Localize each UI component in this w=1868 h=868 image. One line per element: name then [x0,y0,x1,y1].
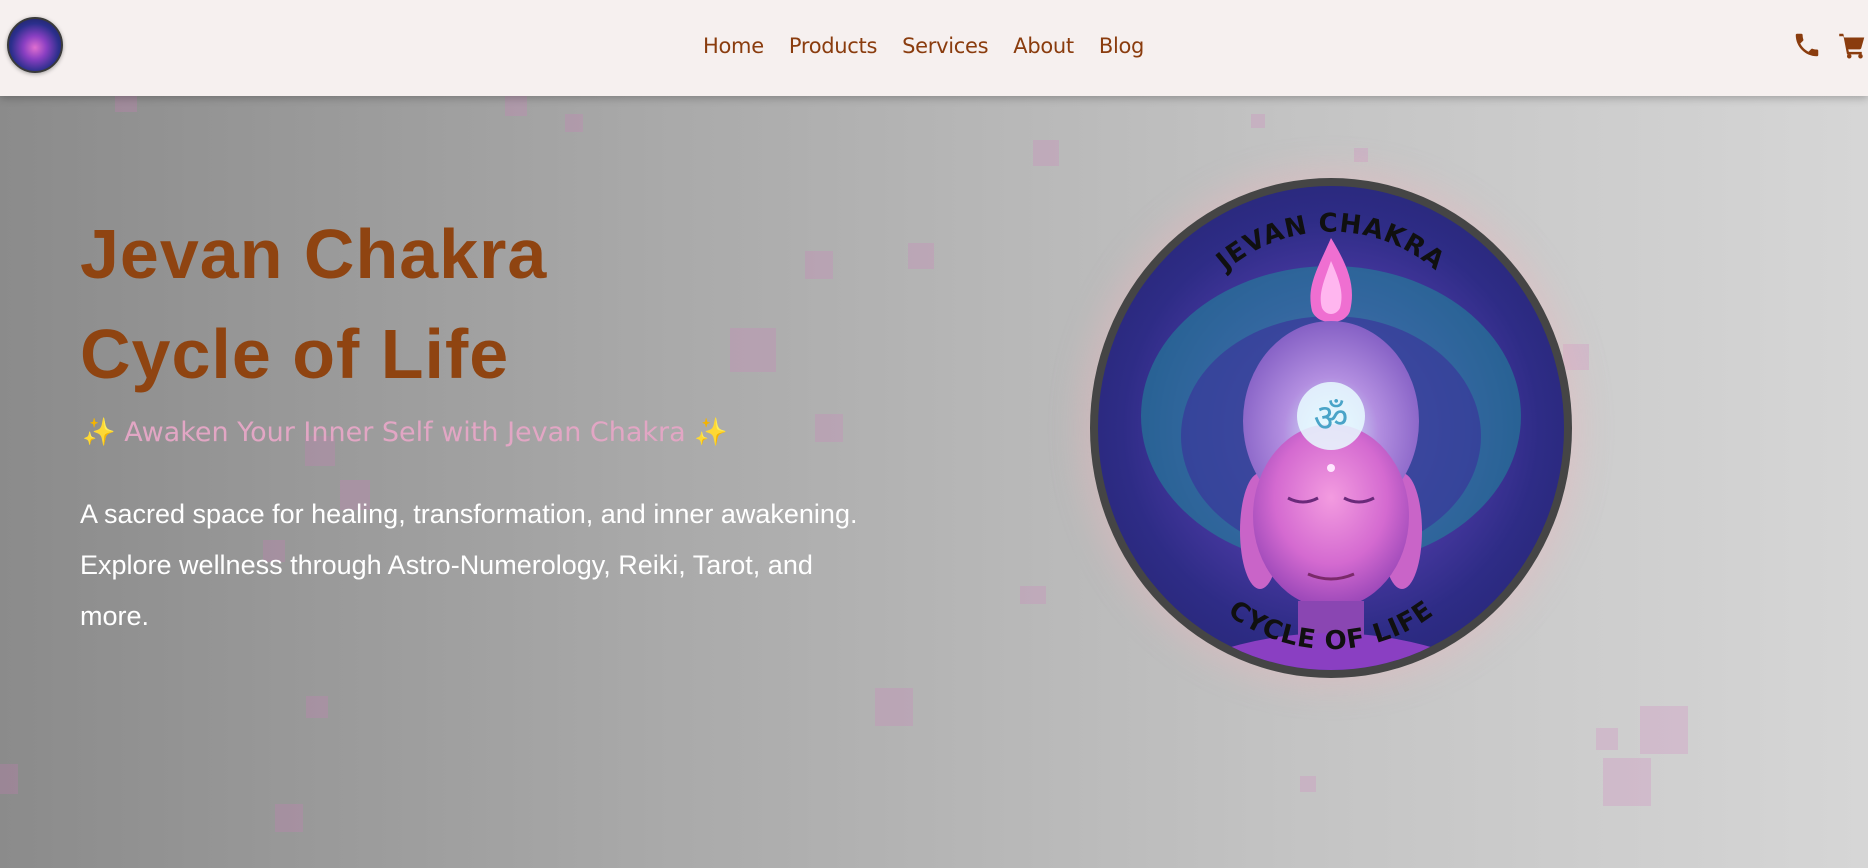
hero-tagline: ✨ Awaken Your Inner Self with Jevan Chak… [82,417,728,448]
nav-products[interactable]: Products [789,34,878,58]
decorative-square [1596,728,1618,750]
decorative-square [908,243,934,269]
nav-about[interactable]: About [1013,34,1074,58]
buddha-illustration: ॐ JEVAN CHAKRA CYCLE OF LIFE [1141,209,1521,670]
nav-services[interactable]: Services [902,34,988,58]
decorative-square [1640,706,1688,754]
decorative-square [1354,148,1368,162]
decorative-square [805,251,833,279]
jevan-chakra-emblem: ॐ JEVAN CHAKRA CYCLE OF LIFE [1090,178,1572,678]
hero-description-line-2: Explore wellness through Astro-Numerolog… [80,550,813,631]
om-symbol: ॐ [1314,396,1349,440]
decorative-square [1603,758,1651,806]
decorative-square [815,414,843,442]
decorative-square [505,96,527,116]
logo-icon[interactable] [7,17,63,73]
main-nav: Home Products Services About Blog [703,34,1144,58]
hero-description-line-1: A sacred space for healing, transformati… [80,499,858,529]
nav-blog[interactable]: Blog [1099,34,1145,58]
decorative-square [0,764,18,794]
site-header: Home Products Services About Blog [0,0,1868,96]
phone-icon[interactable] [1792,30,1822,60]
hero-title-line-1: Jevan Chakra [80,215,548,293]
decorative-square [875,688,913,726]
cart-icon[interactable] [1838,30,1868,60]
nav-home[interactable]: Home [703,34,764,58]
hero-section: Jevan Chakra Cycle of Life ✨ Awaken Your… [0,96,1868,868]
hero-title-line-2: Cycle of Life [80,315,510,393]
decorative-square [1563,344,1589,370]
decorative-square [306,696,328,718]
decorative-square [1300,776,1316,792]
decorative-square [275,804,303,832]
decorative-square [1251,114,1265,128]
hero-description: A sacred space for healing, transformati… [80,489,860,642]
hero-title: Jevan Chakra Cycle of Life [80,204,800,404]
decorative-square [565,114,583,132]
decorative-square [115,96,137,112]
decorative-square [1020,586,1046,604]
decorative-square [1033,140,1059,166]
